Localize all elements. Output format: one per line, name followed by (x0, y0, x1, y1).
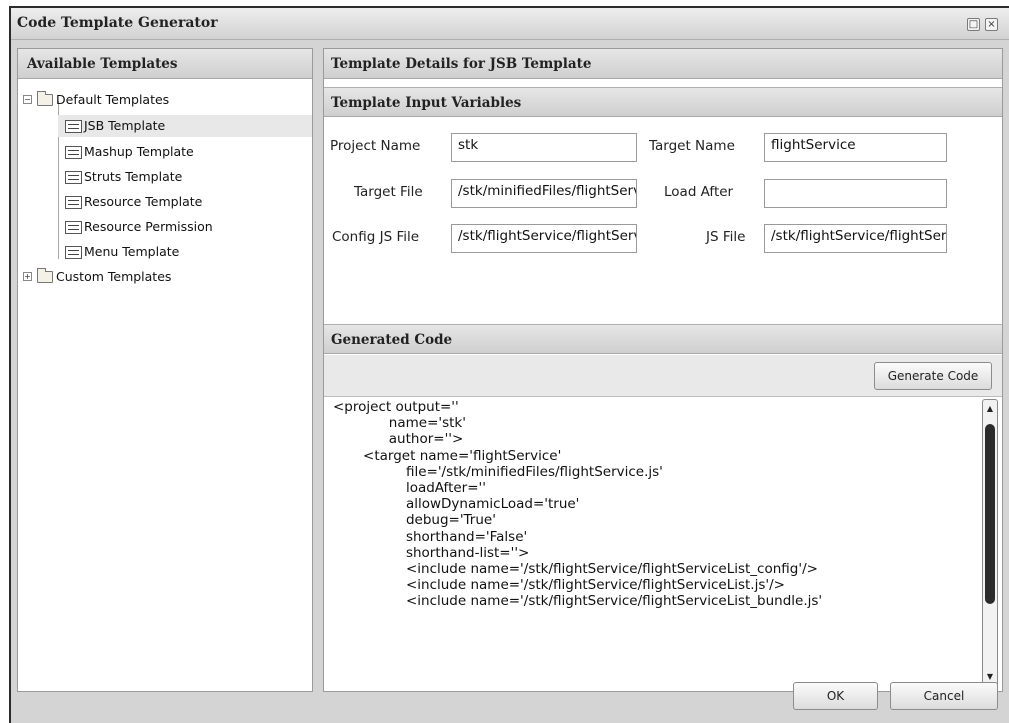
code-line: allowDynamicLoad='true' (333, 496, 580, 513)
code-line: <include name='/stk/flightService/flight… (333, 593, 823, 610)
tree-item-menu-template[interactable]: Menu Template (58, 241, 312, 263)
load-after-input[interactable] (764, 179, 947, 208)
code-line: shorthand-list=''> (333, 544, 530, 561)
template-file-icon (65, 221, 82, 234)
tree-folder-label: Custom Templates (56, 269, 172, 284)
target-name-label: Target Name (649, 138, 735, 154)
tree-item-label: Resource Template (84, 194, 203, 209)
generated-code-header: Generated Code (324, 324, 1002, 354)
target-file-label: Target File (354, 184, 423, 200)
scroll-up-arrow-icon[interactable]: ▲ (984, 402, 996, 416)
code-line: name='stk' (333, 415, 466, 432)
window-title: Code Template Generator (17, 15, 218, 31)
tree-item-jsb-template[interactable]: JSB Template (58, 115, 312, 137)
code-line: author=''> (333, 431, 464, 448)
code-line: <project output='' (333, 399, 459, 415)
load-after-label: Load After (664, 184, 734, 200)
expand-icon[interactable]: + (23, 272, 32, 281)
code-line: <target name='flightService' (333, 447, 562, 464)
restore-icon[interactable]: □ (967, 18, 980, 31)
code-line: <include name='/stk/flightService/flight… (333, 577, 785, 594)
folder-open-icon (37, 91, 53, 106)
generate-code-button[interactable]: Generate Code (874, 362, 992, 390)
code-line: shorthand='False' (333, 528, 528, 545)
close-icon[interactable]: × (985, 18, 998, 31)
tree-item-label: Resource Permission (84, 219, 213, 234)
code-line: file='/stk/minifiedFiles/flightService.j… (333, 463, 663, 480)
tree-item-resource-template[interactable]: Resource Template (58, 191, 312, 213)
template-file-icon (65, 196, 82, 209)
tree-folder-default-templates[interactable]: − Default Templates (18, 89, 312, 111)
tree-item-label: Menu Template (84, 244, 180, 259)
tree-item-mashup-template[interactable]: Mashup Template (58, 141, 312, 163)
tree-folder-label: Default Templates (56, 92, 170, 107)
template-details-header: Template Details for JSB Template (324, 49, 1002, 79)
target-name-input[interactable]: flightService (764, 133, 947, 162)
js-file-input[interactable]: /stk/flightService/flightServiceList.js (764, 224, 947, 253)
tree-folder-custom-templates[interactable]: + Custom Templates (18, 266, 312, 288)
code-scrollbar[interactable]: ▲ ▼ (982, 399, 998, 687)
generated-code-textarea[interactable]: <project output='' name='stk' author=''>… (325, 397, 983, 689)
project-name-input[interactable]: stk (451, 133, 637, 162)
generated-code-toolbar: Generate Code (324, 355, 1002, 397)
scroll-thumb[interactable] (985, 424, 995, 604)
template-file-icon (65, 246, 82, 259)
template-file-icon (65, 171, 82, 184)
project-name-label: Project Name (330, 138, 421, 154)
folder-closed-icon (37, 268, 53, 283)
code-line: loadAfter='' (333, 479, 486, 496)
available-templates-panel: Available Templates − Default Templates … (17, 48, 313, 692)
title-bar[interactable]: Code Template Generator □ × (11, 8, 1009, 40)
config-js-file-label: Config JS File (332, 229, 420, 245)
collapse-icon[interactable]: − (23, 95, 32, 104)
code-line: debug='True' (333, 512, 496, 529)
tree-item-label: Struts Template (84, 169, 183, 184)
config-js-file-input[interactable]: /stk/flightService/flightServiceList_con… (451, 224, 637, 253)
tree-item-struts-template[interactable]: Struts Template (58, 166, 312, 188)
template-file-icon (65, 120, 82, 133)
template-details-panel: Template Details for JSB Template Templa… (323, 48, 1003, 692)
available-templates-header: Available Templates (18, 49, 312, 79)
template-input-variables-header: Template Input Variables (324, 87, 1002, 117)
tree-item-label: Mashup Template (84, 144, 194, 159)
tree-item-label: JSB Template (84, 118, 166, 133)
ok-button[interactable]: OK (793, 682, 878, 710)
code-line: <include name='/stk/flightService/flight… (333, 560, 818, 577)
target-file-input[interactable]: /stk/minifiedFiles/flightService.js (451, 179, 637, 208)
tree-item-resource-permission[interactable]: Resource Permission (58, 216, 312, 238)
cancel-button[interactable]: Cancel (890, 682, 998, 710)
template-file-icon (65, 146, 82, 159)
js-file-label: JS File (706, 229, 746, 245)
